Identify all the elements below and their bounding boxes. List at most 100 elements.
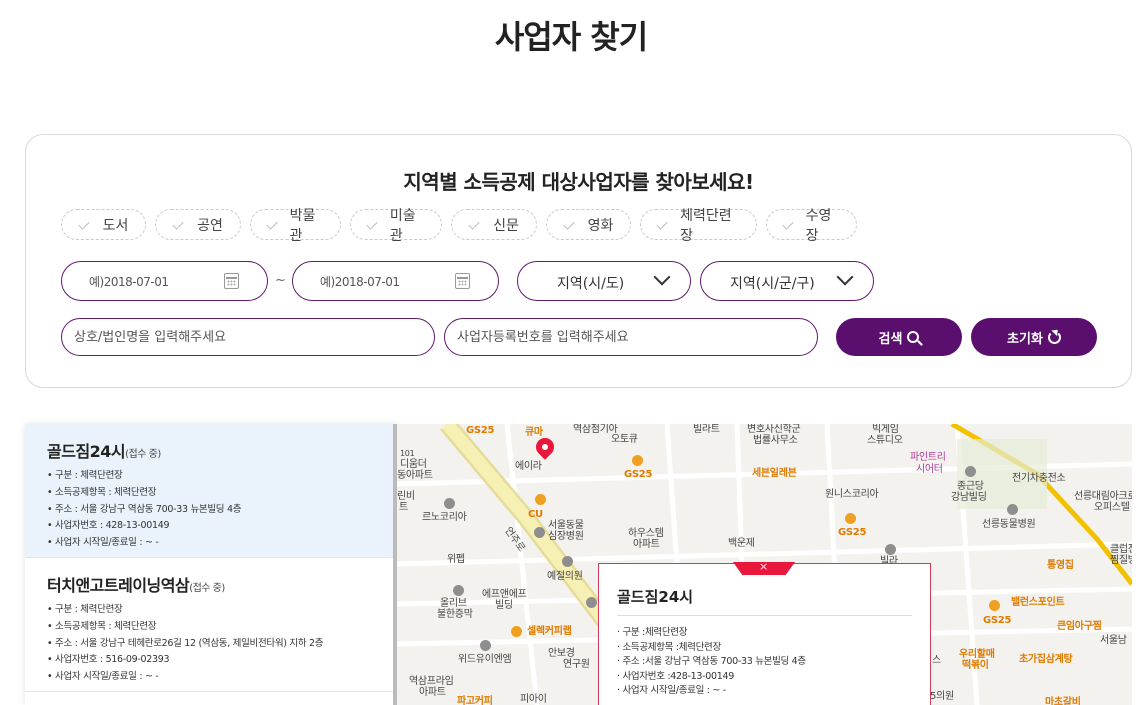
map-poi-label: 빌라트 (693, 424, 720, 435)
map-poi-icon[interactable] (845, 513, 856, 524)
refresh-icon (1047, 330, 1061, 344)
map-poi-label: 동아파트 (397, 470, 433, 481)
map-poi-icon[interactable] (511, 626, 522, 637)
business-number-input[interactable] (444, 318, 818, 356)
map-poi-label: 에이라 (515, 461, 542, 472)
map-area[interactable]: GS25 큐마 역삼점기아 오토큐 빌라트 변호사신학군 법률사무소 빅게임 스… (397, 424, 1132, 705)
result-business-number: • 사업자번호 : 428-13-00149 (47, 520, 170, 532)
result-category: • 구분 : 체력단련장 (47, 470, 123, 481)
region-sigungu-select[interactable]: 지역(시/군/구) (700, 261, 874, 301)
map-poi-icon[interactable] (480, 640, 491, 651)
close-icon[interactable]: × (759, 562, 768, 573)
popup-close-button[interactable]: × (733, 562, 795, 575)
popup-title: 골드짐24시 (617, 586, 912, 616)
check-icon (173, 219, 185, 231)
result-period: • 사업자 시작일/종료일 : ~ - (47, 671, 159, 683)
category-chip-books[interactable]: 도서 (61, 209, 146, 240)
map-poi-label: 큰임아구찜 (1057, 621, 1102, 632)
map-poi-label: GS25 (624, 469, 653, 480)
map-info-popup: × 골드짐24시 · 구분 :체력단련장 · 소득공제항목 :체력단련장 · 주… (598, 562, 931, 705)
result-deduction-item: • 소득공제항목 : 체력단련장 (47, 620, 157, 632)
calendar-icon[interactable] (455, 273, 470, 289)
popup-deduction-item: · 소득공제항목 :체력단련장 (617, 641, 721, 653)
date-from-field[interactable]: 예)2018-07-01 (61, 261, 268, 301)
reset-button[interactable]: 초기화 (971, 318, 1097, 356)
popup-category: · 구분 :체력단련장 (617, 627, 688, 638)
popup-business-number: · 사업자번호 :428-13-00149 (617, 670, 734, 682)
result-status: (접수 중) (125, 449, 161, 460)
result-address: • 주소 : 서울 강남구 테헤란로26길 12 (역삼동, 제일비전타워) 지… (47, 637, 324, 649)
map-poi-label: 연구원 (563, 659, 590, 670)
map-poi-label: GS25 (466, 425, 495, 436)
map-poi-label: 심장병원 (548, 531, 584, 542)
map-poi-icon[interactable] (1007, 504, 1018, 515)
map-poi-icon[interactable] (453, 585, 464, 596)
map-poi-label: 우리할매 (959, 649, 995, 660)
map-poi-label: 역삼프라임 (409, 676, 454, 687)
map-poi-icon[interactable] (989, 600, 1000, 611)
search-panel: 지역별 소득공제 대상사업자를 찾아보세요! 도서 공연 박물관 미술관 신문 … (25, 134, 1132, 388)
map-poi-icon[interactable] (965, 466, 976, 477)
map-poi-icon[interactable] (444, 498, 455, 509)
map-poi-label: 떡볶이 (962, 660, 989, 671)
region-sido-select[interactable]: 지역(시/도) (517, 261, 691, 301)
map-poi-label: CU (528, 509, 543, 520)
category-chip-gym[interactable]: 체력단련장 (640, 208, 757, 244)
date-from-text: 예)2018-07-01 (89, 275, 169, 289)
category-filter: 도서 공연 박물관 미술관 신문 영화 체력단련장 수영장 (61, 208, 857, 244)
map-poi-label: 스튜디오 (867, 435, 903, 446)
search-heading: 지역별 소득공제 대상사업자를 찾아보세요! (403, 170, 754, 194)
check-icon (267, 219, 278, 231)
region-sido-value: 지역(시/도) (557, 276, 625, 292)
business-name-input[interactable] (61, 318, 435, 356)
map-poi-label: 5의원 (930, 691, 954, 702)
map-poi-label: 아파트 (419, 687, 446, 698)
map-poi-label: 올리브 (440, 598, 467, 609)
category-chip-performance[interactable]: 공연 (155, 209, 241, 240)
category-chip-swimming-pool[interactable]: 수영장 (766, 208, 857, 244)
map-poi-label: 선릉동물병원 (982, 519, 1036, 530)
map-poi-icon[interactable] (535, 494, 546, 505)
region-sigungu-value: 지역(시/군/구) (730, 276, 815, 292)
search-icon (907, 331, 920, 343)
category-chip-movie[interactable]: 영화 (546, 209, 631, 240)
map-poi-label: 피아이 (520, 694, 547, 705)
category-chip-art-gallery[interactable]: 미술관 (350, 208, 442, 244)
result-period: • 사업자 시작일/종료일 : ~ - (47, 537, 159, 549)
map-poi-icon[interactable] (586, 597, 597, 608)
map-poi-icon[interactable] (562, 556, 573, 567)
calendar-icon[interactable] (224, 273, 239, 289)
map-poi-label: 오토큐 (611, 434, 638, 445)
map-poi-label: 위드유이엔엠 (458, 654, 512, 665)
result-address: • 주소 : 서울 강남구 역삼동 700-33 뉴본빌딩 4층 (47, 503, 242, 515)
search-button[interactable]: 검색 (836, 318, 962, 356)
map-poi-label: 예절의원 (547, 571, 583, 582)
results-list[interactable]: 골드짐24시(접수 중) • 구분 : 체력단련장 • 소득공제항목 : 체력단… (25, 424, 397, 705)
map-poi-label: 위펩 (447, 554, 465, 565)
map-poi-label: 마초갈비 (1045, 697, 1081, 705)
result-item[interactable]: 골드짐24시(접수 중) • 구분 : 체력단련장 • 소득공제항목 : 체력단… (25, 424, 393, 558)
map-poi-icon[interactable] (632, 455, 643, 466)
map-poi-label: 린비 (397, 491, 415, 502)
page-title: 사업자 찾기 (494, 18, 648, 56)
map-poi-label: 트 (399, 502, 408, 513)
result-deduction-item: • 소득공제항목 : 체력단련장 (47, 486, 157, 498)
map-poi-label: 디움더 (400, 459, 427, 470)
map-poi-label: 전기차충전소 (1012, 473, 1066, 484)
result-item[interactable]: 터치앤고트레이닝역삼(접수 중) • 구분 : 체력단련장 • 소득공제항목 :… (25, 558, 393, 692)
date-separator: ~ (275, 273, 286, 288)
map-poi-label: 원니스코리아 (825, 489, 879, 500)
date-to-field[interactable]: 예)2018-07-01 (292, 261, 499, 301)
map-poi-icon[interactable] (885, 544, 896, 555)
map-poi-label: 빅게임 (872, 424, 899, 435)
check-icon (79, 219, 91, 231)
map-poi-label: 세븐일레븐 (752, 468, 797, 479)
result-business-number: • 사업자번호 : 516-09-02393 (47, 654, 170, 666)
category-chip-newspaper[interactable]: 신문 (451, 209, 537, 240)
map-poi-icon[interactable] (534, 527, 545, 538)
result-name: 터치앤고트레이닝역삼(접수 중) (47, 576, 225, 595)
map-poi-label: 선릉대림아크로 (1074, 491, 1132, 502)
category-chip-museum[interactable]: 박물관 (250, 208, 341, 244)
map-poi-label: 찜질방 (1110, 555, 1132, 566)
date-to-text: 예)2018-07-01 (320, 275, 400, 289)
